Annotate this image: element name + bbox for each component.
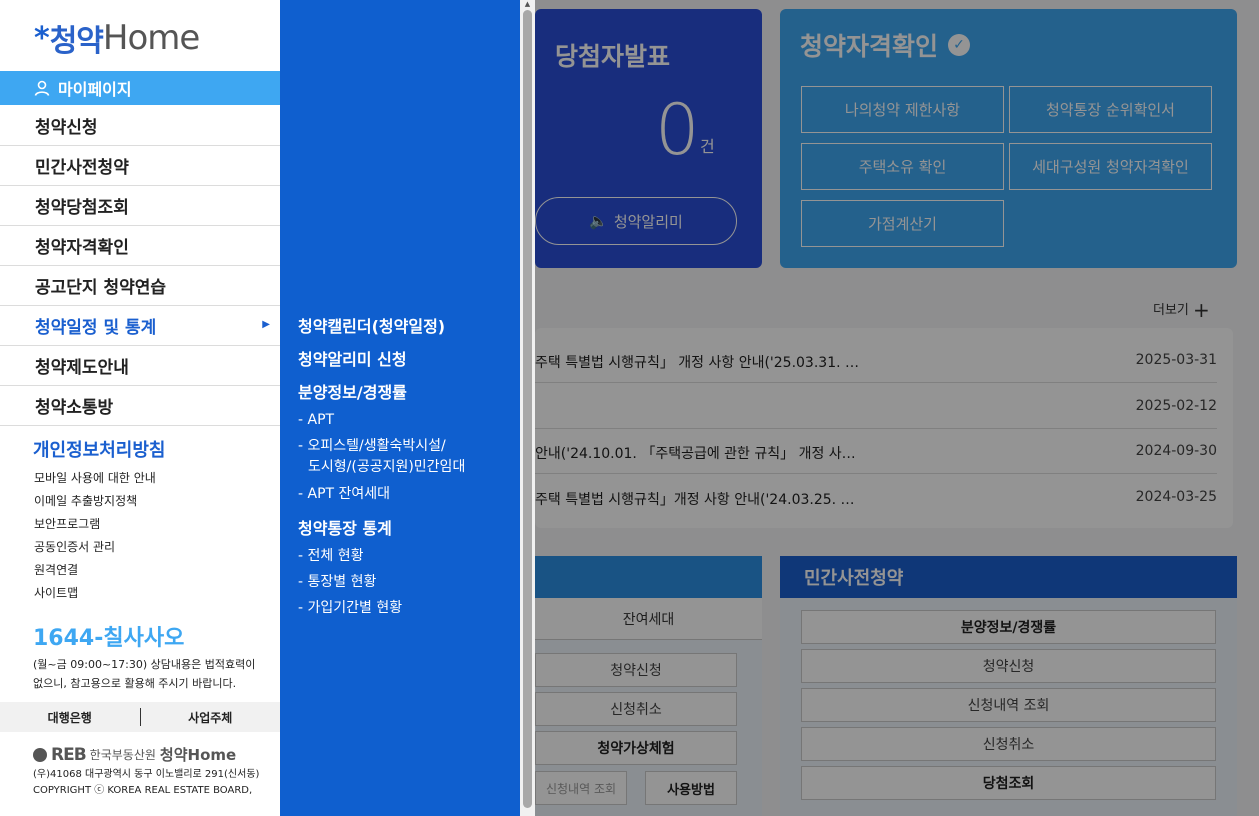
footer-link[interactable]: 이메일 추출방지정책 xyxy=(34,492,137,509)
logo-en: Home xyxy=(102,18,200,58)
agency-bank-link[interactable]: 대행은행 xyxy=(0,709,140,726)
phone-note: (월~금 09:00~17:30) 상담내용은 법적효력이 없으니, 참고용으로… xyxy=(33,658,256,690)
flyout-total-status-link[interactable]: - 전체 현황 xyxy=(298,546,363,567)
menu-item-eligibility[interactable]: 청약자격확인 xyxy=(0,226,280,266)
flyout-by-period-link[interactable]: - 가입기간별 현황 xyxy=(298,598,402,619)
menu-item-private-presale[interactable]: 민간사전청약 xyxy=(0,146,280,186)
menu-item-winner-check[interactable]: 청약당첨조회 xyxy=(0,186,280,226)
scroll-up-arrow-icon[interactable]: ▲ xyxy=(523,0,532,9)
menu-item-guide[interactable]: 청약제도안내 xyxy=(0,346,280,386)
menu-item-apply[interactable]: 청약신청 xyxy=(0,106,280,146)
flyout-officetel-link-cont[interactable]: 도시형/(공공지원)민간임대 xyxy=(308,457,465,478)
menu-item-community[interactable]: 청약소통방 xyxy=(0,386,280,426)
page: 당첨자발표 0 건 🔈 청약알리미 청약자격확인 ✓ 나의청약 제한사항 청약통… xyxy=(0,0,1259,816)
mypage-link[interactable]: 마이페이지 xyxy=(0,71,280,105)
phone-number: 1644-칠사사오 xyxy=(33,626,185,651)
footer-logo: REB 한국부동산원 청약Home xyxy=(33,744,236,765)
flyout-presale-info-heading[interactable]: 분양정보/경쟁률 xyxy=(298,379,407,403)
schedule-stats-flyout: 청약캘린더(청약일정) 청약알리미 신청 분양정보/경쟁률 - APT - 오피… xyxy=(280,0,520,816)
flyout-by-account-link[interactable]: - 통장별 현황 xyxy=(298,572,376,593)
sidebar: * 청약 Home 마이페이지 청약신청 민간사전청약 청약당첨조회 청약자격확… xyxy=(0,0,280,816)
address: (우)41068 대구광역시 동구 이노밸리로 291(신서동) COPYRIG… xyxy=(33,767,273,799)
footer-link[interactable]: 보안프로그램 xyxy=(34,515,100,532)
flyout-apt-remaining-link[interactable]: - APT 잔여세대 xyxy=(298,484,390,505)
footer-link[interactable]: 원격연결 xyxy=(34,561,78,578)
menu-item-label: 청약일정 및 통계 xyxy=(35,318,157,338)
copyright: COPYRIGHT ⓒ KOREA REAL ESTATE BOARD, xyxy=(33,785,253,796)
user-icon xyxy=(34,80,50,96)
flyout-alarm-link[interactable]: 청약알리미 신청 xyxy=(298,346,407,370)
reb-text: REB xyxy=(51,744,87,765)
footer-link[interactable]: 공동인증서 관리 xyxy=(34,538,115,555)
flyout-account-stats-heading[interactable]: 청약통장 통계 xyxy=(298,515,392,539)
flyout-officetel-link[interactable]: - 오피스텔/생활숙박시설/ xyxy=(298,436,446,457)
logo[interactable]: * 청약 Home xyxy=(34,18,200,59)
footer-link[interactable]: 모바일 사용에 대한 안내 xyxy=(34,469,156,486)
address-text: (우)41068 대구광역시 동구 이노밸리로 291(신서동) xyxy=(33,769,260,780)
logo-mark: * xyxy=(34,20,50,56)
flyout-calendar-link[interactable]: 청약캘린더(청약일정) xyxy=(298,313,445,337)
menu-item-practice[interactable]: 공고단지 청약연습 xyxy=(0,266,280,306)
scrollbar-thumb[interactable] xyxy=(523,10,532,808)
mypage-label: 마이페이지 xyxy=(58,80,132,99)
flyout-apt-link[interactable]: - APT xyxy=(298,410,334,431)
menu-item-schedule-stats[interactable]: 청약일정 및 통계 ▶ xyxy=(0,306,280,346)
business-entity-link[interactable]: 사업주체 xyxy=(140,709,280,726)
brand-name: 청약Home xyxy=(159,746,237,764)
bank-links: 대행은행 사업주체 xyxy=(0,702,280,732)
footer-link[interactable]: 사이트맵 xyxy=(34,584,78,601)
logo-ko: 청약 xyxy=(49,24,104,59)
chevron-right-icon: ▶ xyxy=(262,319,270,330)
reb-logo-icon xyxy=(33,747,47,762)
org-name: 한국부동산원 xyxy=(89,748,156,762)
privacy-policy-link[interactable]: 개인정보처리방침 xyxy=(33,436,165,462)
